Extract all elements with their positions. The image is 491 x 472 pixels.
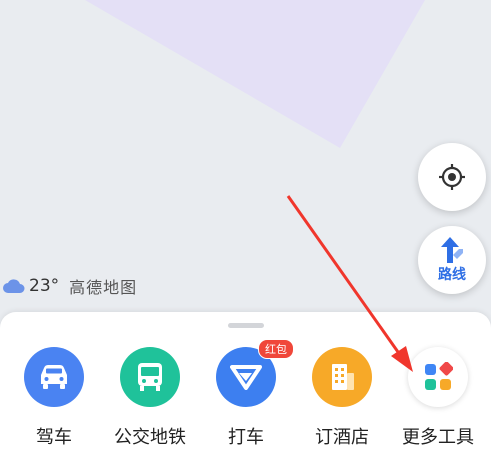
taxi-icon: 红包 [216,339,294,407]
drag-handle[interactable] [228,323,264,328]
bus-icon [120,347,180,407]
map-brand-logo: 高德地图 [69,278,138,297]
tool-label: 驾车 [36,427,72,448]
tool-label: 更多工具 [402,427,474,448]
tool-label: 订酒店 [315,427,369,448]
route-arrow-icon [441,236,463,263]
route-button[interactable]: 路线 [418,226,486,294]
tool-hotel[interactable]: 订酒店 [294,347,390,449]
car-icon [24,347,84,407]
more-tools-icon [408,347,468,407]
locate-icon [439,164,465,190]
bottom-sheet: 驾车 公交地铁 红包 打车 订酒店 更多工具 [0,312,491,472]
temperature: 23° [29,276,60,296]
tool-bus-subway[interactable]: 公交地铁 [102,347,198,449]
route-label: 路线 [438,266,466,283]
cloud-icon [3,279,25,293]
tool-label: 打车 [228,427,264,448]
tool-label: 公交地铁 [114,427,186,448]
tool-more-tools[interactable]: 更多工具 [390,347,486,449]
hotel-icon [312,347,372,407]
tool-drive[interactable]: 驾车 [6,347,102,449]
tool-taxi[interactable]: 红包 打车 [198,339,294,449]
red-packet-badge: 红包 [258,339,294,359]
locate-button[interactable] [418,143,486,211]
weather-bar: 23° 高德地图 [3,274,137,298]
